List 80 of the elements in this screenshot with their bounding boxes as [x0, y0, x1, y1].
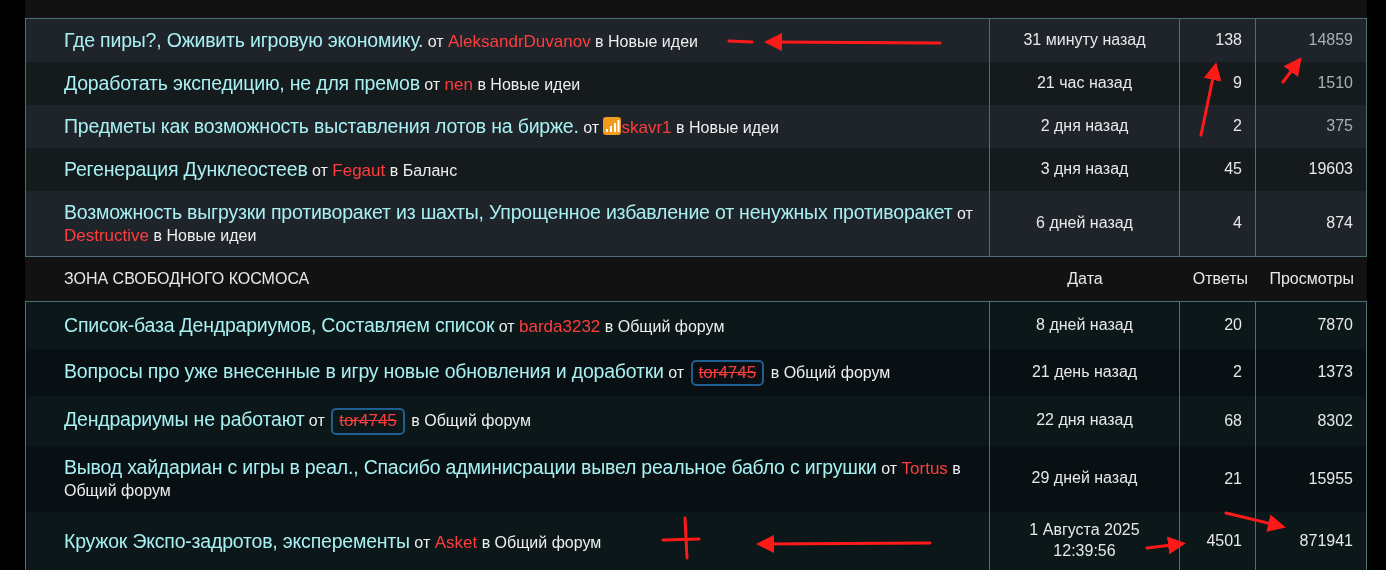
- column-header: Дата: [1066, 269, 1104, 289]
- author-link[interactable]: Fegaut: [332, 160, 386, 180]
- forum-link[interactable]: Общий форум: [783, 363, 891, 381]
- forum-link[interactable]: Общий форум: [64, 482, 171, 500]
- topic-link[interactable]: Список-база Дендрариумов, Составляем список: [64, 313, 495, 336]
- topic-line: Кружок Экспо-задротов, эксперементы от Asket в Общий форум: [64, 528, 602, 554]
- topic-link[interactable]: Где пиры?, Оживить игровую экономику.: [64, 28, 424, 51]
- views-count: 375: [1326, 117, 1353, 134]
- forum-link[interactable]: Новые идеи: [166, 226, 257, 244]
- date-text: 3 дня назад: [1040, 158, 1129, 180]
- author-badge[interactable]: tor4745: [690, 359, 765, 387]
- topic-link[interactable]: Предметы как возможность выставления лотов на бирже.: [64, 114, 579, 137]
- forum-link[interactable]: Новые идеи: [608, 32, 698, 50]
- author-link[interactable]: skavr1: [621, 117, 672, 137]
- cross-mark: [661, 516, 701, 560]
- topic-line: Возможность выгрузки противоракет из шахты, Упрощенное избавление от ненужных противоракет от Destructive в Новые идеи: [64, 199, 974, 247]
- time-text: 12:39:56: [1053, 541, 1116, 563]
- replies-count: 68: [1224, 411, 1242, 429]
- views-count: 15955: [1308, 469, 1353, 487]
- forum-link[interactable]: Баланс: [402, 161, 458, 179]
- topic-line: Вопросы про уже внесенные в игру новые обновления и доработки от tor4745 в Общий форум: [64, 357, 891, 387]
- forum-link[interactable]: Новые идеи: [490, 75, 581, 93]
- date-text: 1 Августа 2025: [1029, 520, 1140, 542]
- replies-count: 138: [1215, 31, 1242, 49]
- column-header: Ответы: [1191, 269, 1249, 289]
- replies-count: 4501: [1206, 532, 1242, 550]
- replies-count: 21: [1224, 469, 1242, 487]
- date-text: 22 дня назад: [1036, 410, 1133, 431]
- forum-link[interactable]: Новые идеи: [688, 118, 779, 136]
- date-text: 21 час назад: [1036, 72, 1132, 94]
- replies-count: 9: [1233, 74, 1242, 91]
- views-count: 19603: [1308, 160, 1353, 177]
- annotation-arrow: [1224, 511, 1286, 532]
- author-badge[interactable]: tor4745: [331, 408, 405, 435]
- forum-link[interactable]: Общий форум: [617, 317, 725, 335]
- topic-link[interactable]: Дендрариумы не работают: [64, 408, 305, 431]
- replies-count: 2: [1233, 117, 1242, 134]
- forum-link[interactable]: Общий форум: [494, 533, 602, 551]
- date-text: 2 дня назад: [1040, 115, 1129, 137]
- author-link[interactable]: Asket: [434, 532, 478, 552]
- annotation-arrow: [1281, 57, 1302, 84]
- topic-line: Доработать экспедицию, не для премов от nen в Новые идеи: [64, 70, 581, 96]
- replies-count: 4: [1233, 214, 1242, 232]
- topic-line: Где пиры?, Оживить игровую экономику. от AleksandrDuvanov в Новые идеи: [64, 27, 698, 53]
- topic-link[interactable]: Доработать экспедицию, не для премов: [64, 71, 420, 94]
- column-header: Просмотры: [1268, 269, 1355, 289]
- date-text: 29 дней назад: [1031, 468, 1138, 489]
- date-text: 8 дней назад: [1036, 314, 1133, 336]
- topic-link[interactable]: Вывод хайдариан с игры в реал., Спасибо админисрации вывел реальное бабло с игрушки: [64, 455, 877, 478]
- author-link[interactable]: nen: [444, 74, 473, 94]
- topic-line: Вывод хайдариан с игры в реал., Спасибо админисрации вывел реальное бабло с игрушки от Tortus в Общий форум: [64, 454, 962, 502]
- topic-link[interactable]: Возможность выгрузки противоракет из шахты, Упрощенное избавление от ненужных противоракет: [64, 200, 953, 223]
- views-count: 871941: [1299, 532, 1353, 550]
- topic-line: Предметы как возможность выставления лотов на бирже. от skavr1 в Новые идеи: [64, 113, 779, 139]
- date-text: 6 дней назад: [1036, 212, 1133, 234]
- author-link[interactable]: barda3232: [519, 316, 601, 336]
- date-text: 31 минуту назад: [1023, 29, 1146, 51]
- author-link[interactable]: AleksandrDuvanov: [447, 31, 591, 51]
- replies-count: 45: [1224, 160, 1242, 177]
- section-title: ЗОНА СВОБОДНОГО КОСМОСА: [63, 269, 311, 289]
- topic-link[interactable]: Вопросы про уже внесенные в игру новые обновления и доработки: [64, 359, 664, 382]
- author-link[interactable]: Destructive: [64, 225, 150, 245]
- author-link[interactable]: Tortus: [901, 458, 948, 478]
- date-text: 21 день назад: [1031, 361, 1138, 383]
- topic-link[interactable]: Кружок Экспо-задротов, эксперементы: [64, 529, 410, 552]
- replies-count: 20: [1224, 316, 1242, 334]
- forum-link[interactable]: Общий форум: [424, 412, 531, 430]
- views-count: 1510: [1317, 74, 1353, 91]
- topic-line: Регенерация Дунклеостеев от Fegaut в Баланс: [64, 156, 458, 182]
- replies-count: 2: [1233, 363, 1242, 380]
- views-count: 7870: [1317, 316, 1353, 334]
- views-count: 8302: [1317, 411, 1353, 429]
- signal-bars-icon: [603, 116, 622, 135]
- views-count: 14859: [1308, 31, 1353, 49]
- annotation-arrow: [1145, 536, 1186, 555]
- views-count: 1373: [1317, 363, 1353, 380]
- topic-line: Список-база Дендрариумов, Составляем список от barda3232 в Общий форум: [64, 312, 725, 338]
- topic-line: Дендрариумы не работают от tor4745 в Общий форум: [64, 406, 531, 435]
- views-count: 874: [1326, 214, 1353, 232]
- topic-link[interactable]: Регенерация Дунклеостеев: [64, 157, 308, 180]
